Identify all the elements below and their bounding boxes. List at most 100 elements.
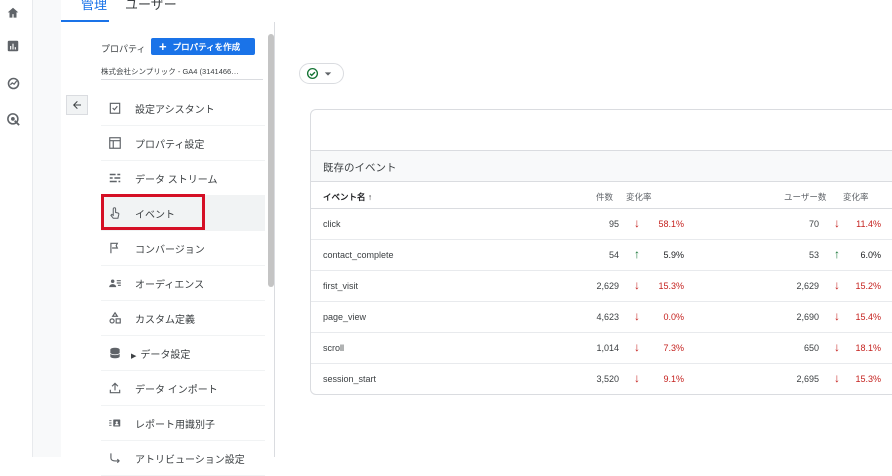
user-count: 53 xyxy=(808,250,819,260)
reports-icon[interactable] xyxy=(4,37,22,55)
count-change: 7.3% xyxy=(663,343,684,353)
column-header-users-change[interactable]: 変化率 xyxy=(843,191,869,203)
trend-down-icon: ↓ xyxy=(834,309,840,323)
audience-icon xyxy=(107,275,123,291)
nav-item-data-import[interactable]: データ インポート xyxy=(101,371,265,406)
nav-item-audiences[interactable]: オーディエンス xyxy=(101,266,265,301)
table-row[interactable]: contact_complete 54 ↑ 5.9% 53 ↑ 6.0% xyxy=(311,240,892,271)
events-highlight-box xyxy=(101,194,205,230)
column-header-event-name[interactable]: イベント名 ↑ xyxy=(323,191,372,203)
event-count: 54 xyxy=(608,250,619,260)
nav-item-label: プロパティ設定 xyxy=(135,139,205,151)
nav-item-data-settings[interactable]: ▶ データ設定 xyxy=(101,336,265,371)
table-row[interactable]: session_start 3,520 ↓ 9.1% 2,695 ↓ 15.3% xyxy=(311,364,892,394)
user-count: 2,629 xyxy=(796,281,819,291)
nav-item-label: 設定アシスタント xyxy=(135,104,215,116)
trend-down-icon: ↓ xyxy=(834,371,840,385)
trend-up-icon: ↑ xyxy=(834,247,840,261)
nav-item-data-streams[interactable]: データ ストリーム xyxy=(101,161,265,196)
left-nav-rail xyxy=(0,0,33,457)
shapes-icon xyxy=(107,310,123,326)
table-row[interactable]: page_view 4,623 ↓ 0.0% 2,690 ↓ 15.4% xyxy=(311,302,892,333)
nav-item-label: アトリビューション設定 xyxy=(135,454,245,466)
trend-down-icon: ↓ xyxy=(634,278,640,292)
home-icon[interactable] xyxy=(4,4,22,22)
count-change: 5.9% xyxy=(663,250,684,260)
event-name[interactable]: contact_complete xyxy=(323,250,394,260)
id-icon xyxy=(107,415,123,431)
nav-item-label: オーディエンス xyxy=(135,279,205,291)
users-change: 11.4% xyxy=(856,219,881,229)
event-name[interactable]: first_visit xyxy=(323,281,358,291)
users-change: 15.2% xyxy=(855,281,881,291)
database-icon xyxy=(107,345,123,361)
flag-icon xyxy=(107,240,123,256)
card-header: 既存のイベント xyxy=(311,150,892,182)
tab-user[interactable]: ユーザー xyxy=(125,0,177,19)
nav-item-attribution-settings[interactable]: アトリビューション設定 xyxy=(101,441,265,476)
existing-events-card: 既存のイベント イベント名 ↑ 件数 変化率 ユーザー数 変化率 click 95… xyxy=(310,109,892,395)
users-change: 15.3% xyxy=(855,374,881,384)
column-header-users[interactable]: ユーザー数 xyxy=(784,191,826,203)
event-name[interactable]: session_start xyxy=(323,374,376,384)
table-row[interactable]: first_visit 2,629 ↓ 15.3% 2,629 ↓ 15.2% xyxy=(311,271,892,302)
back-button[interactable] xyxy=(66,95,88,115)
table-row[interactable]: scroll 1,014 ↓ 7.3% 650 ↓ 18.1% xyxy=(311,333,892,364)
trend-down-icon: ↓ xyxy=(634,216,640,230)
table-row[interactable]: click 95 ↓ 58.1% 70 ↓ 11.4% xyxy=(311,209,892,240)
user-count: 70 xyxy=(808,219,819,229)
divider xyxy=(101,79,263,80)
nav-item-label: カスタム定義 xyxy=(135,314,195,326)
create-property-label: プロパティを作成 xyxy=(172,41,241,52)
check-circle-icon xyxy=(306,67,319,80)
explore-icon[interactable] xyxy=(4,74,22,92)
caret-down-icon xyxy=(324,71,332,76)
table-header: イベント名 ↑ 件数 変化率 ユーザー数 変化率 xyxy=(311,182,892,209)
column-header-count[interactable]: 件数 xyxy=(596,191,613,203)
nav-item-custom-definitions[interactable]: カスタム定義 xyxy=(101,301,265,336)
event-name[interactable]: click xyxy=(323,219,341,229)
tab-admin[interactable]: 管理 xyxy=(81,0,107,19)
card-title: 既存のイベント xyxy=(323,162,397,174)
trend-down-icon: ↓ xyxy=(634,371,640,385)
column-header-count-change[interactable]: 変化率 xyxy=(626,191,652,203)
property-label: プロパティ xyxy=(101,44,146,54)
event-count: 4,623 xyxy=(596,312,619,322)
create-property-button[interactable]: + プロパティを作成 xyxy=(151,38,255,55)
nav-item-conversions[interactable]: コンバージョン xyxy=(101,231,265,266)
user-count: 2,690 xyxy=(796,312,819,322)
users-change: 18.1% xyxy=(855,343,881,353)
rail-gutter xyxy=(33,0,61,457)
nav-item-property-settings[interactable]: プロパティ設定 xyxy=(101,126,265,161)
stream-icon xyxy=(107,170,123,186)
event-count: 2,629 xyxy=(596,281,619,291)
upload-icon xyxy=(107,380,123,396)
event-count: 1,014 xyxy=(596,343,619,353)
event-count: 95 xyxy=(608,219,619,229)
trend-up-icon: ↑ xyxy=(634,247,640,261)
nav-item-label: コンバージョン xyxy=(135,244,205,256)
admin-nav-list: 設定アシスタント プロパティ設定 データ ストリーム イベント コンバージョン … xyxy=(101,91,265,476)
count-change: 0.0% xyxy=(663,312,684,322)
checklist-icon xyxy=(107,100,123,116)
admin-tabs: 管理 ユーザー xyxy=(61,0,892,22)
layout-icon xyxy=(107,135,123,151)
advertising-icon[interactable] xyxy=(4,110,22,128)
nav-item-setup-assistant[interactable]: 設定アシスタント xyxy=(101,91,265,126)
plus-icon: + xyxy=(159,38,167,54)
event-name[interactable]: page_view xyxy=(323,312,366,322)
admin-panel-scrollbar[interactable] xyxy=(268,34,274,287)
trend-down-icon: ↓ xyxy=(834,340,840,354)
event-name[interactable]: scroll xyxy=(323,343,344,353)
status-filter-dropdown[interactable] xyxy=(299,63,344,84)
nav-item-reporting-identity[interactable]: レポート用識別子 xyxy=(101,406,265,441)
count-change: 58.1% xyxy=(658,219,684,229)
count-change: 15.3% xyxy=(658,281,684,291)
property-selector[interactable]: 株式会社シンプリック - GA4 (3141466… xyxy=(101,66,239,77)
attribution-icon xyxy=(107,450,123,466)
arrow-left-icon xyxy=(73,101,81,109)
event-count: 3,520 xyxy=(596,374,619,384)
nav-item-label: データ ストリーム xyxy=(135,174,218,186)
count-change: 9.1% xyxy=(663,374,684,384)
nav-item-label: データ インポート xyxy=(135,384,218,396)
